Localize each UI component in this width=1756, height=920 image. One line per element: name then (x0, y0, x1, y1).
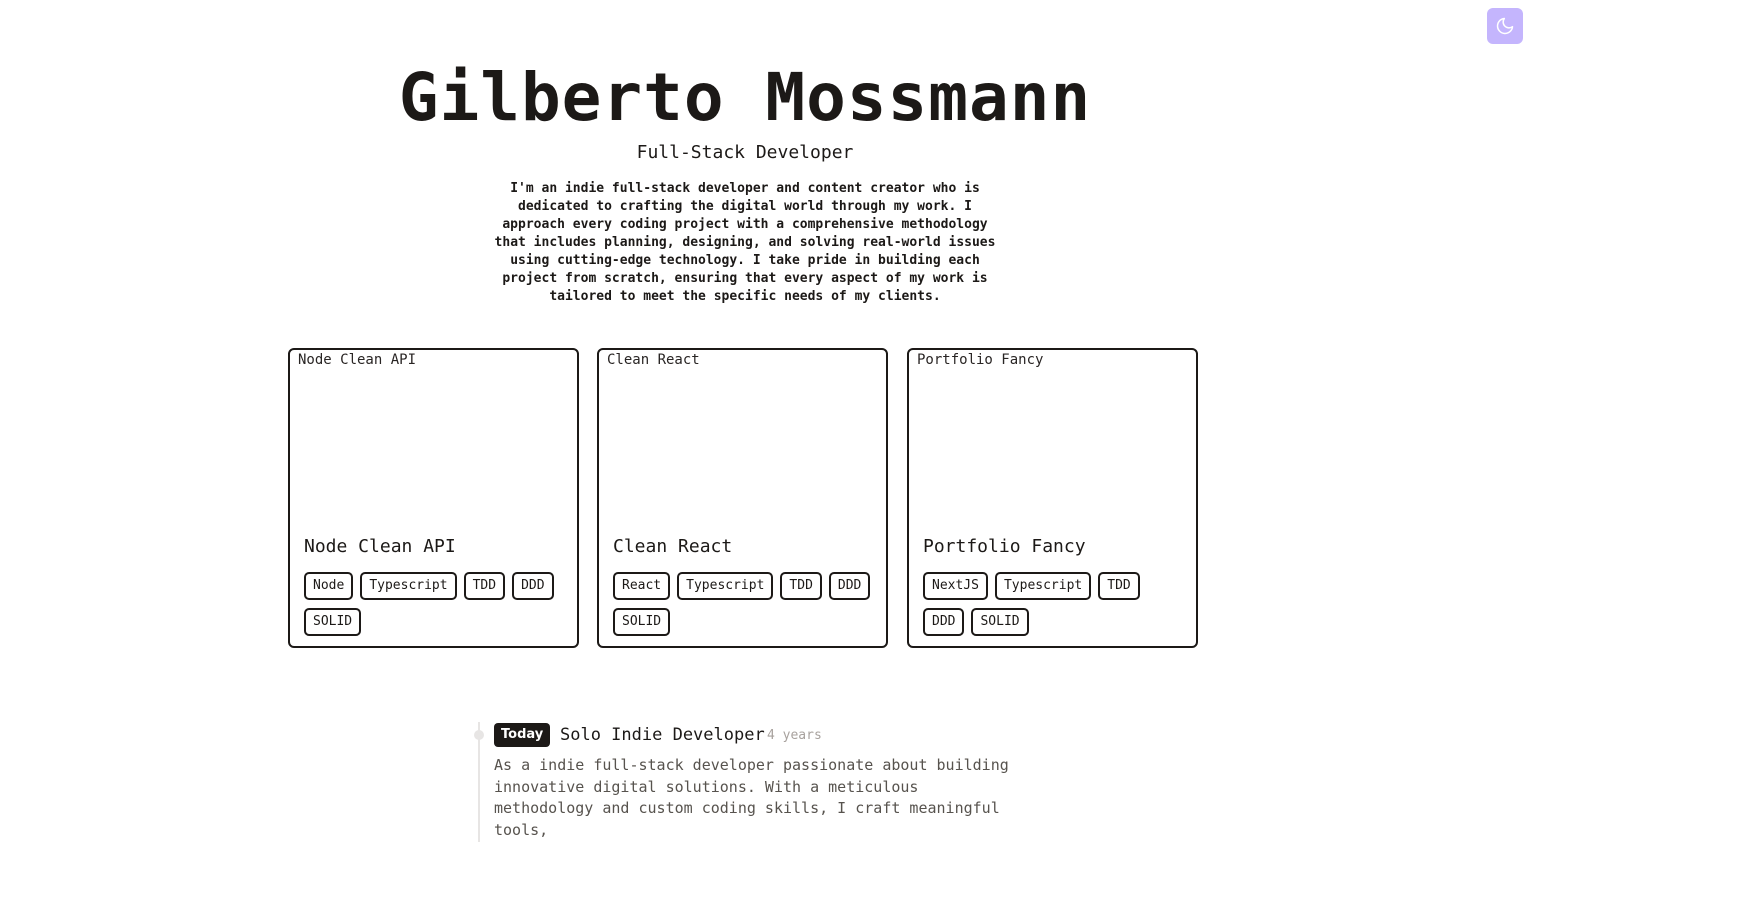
project-title: Clean React (613, 536, 733, 557)
tag[interactable]: DDD (828, 572, 871, 600)
project-image: Node Clean API (290, 352, 416, 368)
tag-list: NextJS Typescript TDD DDD SOLID (923, 572, 1185, 636)
moon-icon (1496, 17, 1514, 35)
timeline-line (478, 722, 480, 842)
timeline-role: Solo Indie Developer (560, 725, 765, 745)
tag[interactable]: SOLID (971, 608, 1029, 636)
tag[interactable]: NextJS (923, 572, 988, 600)
timeline-badge: Today (494, 723, 551, 747)
page-subtitle: Full-Stack Developer (636, 142, 854, 163)
theme-toggle-button[interactable] (1487, 8, 1523, 44)
tag[interactable]: SOLID (304, 608, 362, 636)
project-image: Portfolio Fancy (909, 352, 1043, 368)
tag[interactable]: Node (304, 572, 354, 600)
tag-list: React Typescript TDD DDD SOLID (613, 572, 875, 636)
tag[interactable]: Typescript (677, 572, 774, 600)
project-card-portfolio-fancy[interactable]: Portfolio Fancy Portfolio Fancy NextJS T… (907, 348, 1198, 648)
project-title: Portfolio Fancy (923, 536, 1086, 557)
timeline-description: As a indie full-stack developer passiona… (494, 756, 1009, 839)
tag[interactable]: TDD (780, 572, 822, 600)
broken-image-icon (599, 353, 607, 367)
project-image: Clean React (599, 352, 700, 368)
tag[interactable]: Typescript (360, 572, 457, 600)
project-title: Node Clean API (304, 536, 456, 557)
project-card-clean-react[interactable]: Clean React Clean React React Typescript… (597, 348, 888, 648)
timeline-duration: 4 years (767, 728, 822, 743)
tag[interactable]: DDD (512, 572, 554, 600)
tag-list: Node Typescript TDD DDD SOLID (304, 572, 566, 636)
tag[interactable]: DDD (923, 608, 965, 636)
tag[interactable]: TDD (1098, 572, 1140, 600)
tag[interactable]: React (613, 572, 671, 600)
bio-text: I'm an indie full-stack developer and co… (494, 181, 996, 304)
page-title: Gilberto Mossmann (398, 59, 1092, 136)
broken-image-icon (290, 353, 298, 367)
broken-image-icon (909, 353, 917, 367)
tag[interactable]: SOLID (613, 608, 671, 636)
timeline-dot (474, 730, 484, 740)
tag[interactable]: Typescript (994, 572, 1092, 600)
tag[interactable]: TDD (463, 572, 506, 600)
project-card-node-clean-api[interactable]: Node Clean API Node Clean API Node Types… (288, 348, 579, 648)
